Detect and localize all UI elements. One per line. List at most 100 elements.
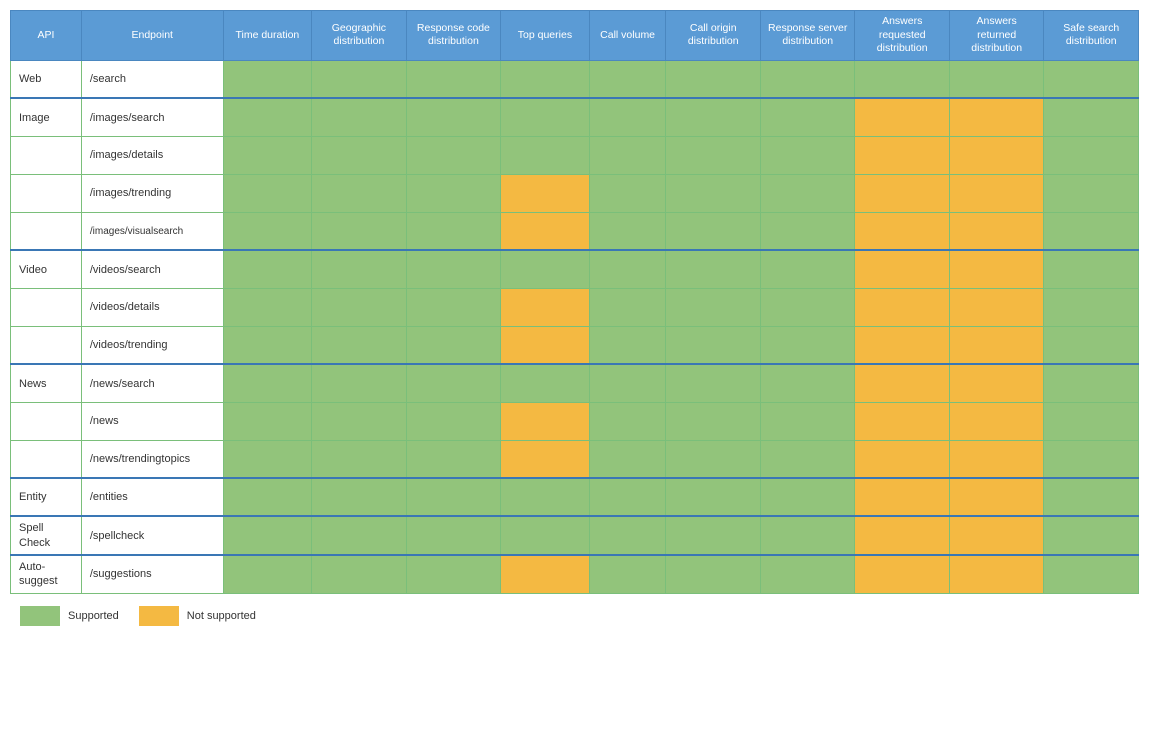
cell-green [312, 212, 406, 250]
cell-green [760, 440, 854, 478]
cell-green [501, 516, 590, 555]
cell-green [312, 364, 406, 402]
cell-orange [855, 555, 949, 593]
cell-api: Auto-suggest [11, 555, 82, 593]
cell-api: Spell Check [11, 516, 82, 555]
cell-green [406, 212, 500, 250]
header-answers-requested-distribution: Answers requested distribution [855, 11, 949, 61]
cell-green [223, 555, 312, 593]
main-container: API Endpoint Time duration Geographic di… [10, 10, 1139, 626]
cell-green [1044, 98, 1139, 136]
cell-green [501, 478, 590, 516]
cell-green [501, 136, 590, 174]
header-time-duration: Time duration [223, 11, 312, 61]
cell-green [760, 402, 854, 440]
api-table: API Endpoint Time duration Geographic di… [10, 10, 1139, 594]
cell-green [760, 136, 854, 174]
cell-orange [949, 402, 1043, 440]
legend-orange-box [139, 606, 179, 626]
cell-orange [949, 212, 1043, 250]
cell-orange [501, 326, 590, 364]
header-top-queries: Top queries [501, 11, 590, 61]
header-safe-search-distribution: Safe search distribution [1044, 11, 1139, 61]
cell-orange [949, 440, 1043, 478]
cell-green [666, 288, 760, 326]
cell-green [406, 136, 500, 174]
cell-green [589, 555, 666, 593]
cell-green [312, 555, 406, 593]
header-response-server-distribution: Response server distribution [760, 11, 854, 61]
cell-green [1044, 174, 1139, 212]
cell-green [666, 555, 760, 593]
cell-api [11, 136, 82, 174]
cell-green [223, 98, 312, 136]
cell-endpoint: /entities [81, 478, 223, 516]
cell-api: Entity [11, 478, 82, 516]
cell-orange [501, 212, 590, 250]
cell-green [589, 174, 666, 212]
cell-endpoint: /search [81, 60, 223, 98]
table-row: /images/visualsearch [11, 212, 1139, 250]
cell-endpoint: /news [81, 402, 223, 440]
cell-green [760, 212, 854, 250]
cell-orange [949, 516, 1043, 555]
cell-green [666, 364, 760, 402]
cell-green [589, 60, 666, 98]
cell-api [11, 326, 82, 364]
cell-green [501, 364, 590, 402]
cell-green [589, 440, 666, 478]
cell-endpoint: /images/search [81, 98, 223, 136]
cell-orange [855, 212, 949, 250]
cell-endpoint: /images/details [81, 136, 223, 174]
table-row: /images/details [11, 136, 1139, 174]
cell-green [666, 516, 760, 555]
cell-orange [855, 440, 949, 478]
header-api: API [11, 11, 82, 61]
cell-green [406, 555, 500, 593]
cell-orange [855, 326, 949, 364]
legend-green-box [20, 606, 60, 626]
cell-green [312, 326, 406, 364]
cell-api [11, 288, 82, 326]
cell-green [1044, 326, 1139, 364]
cell-green [666, 402, 760, 440]
cell-green [760, 555, 854, 593]
table-row: /videos/trending [11, 326, 1139, 364]
cell-green [666, 174, 760, 212]
cell-api: News [11, 364, 82, 402]
cell-green [666, 326, 760, 364]
cell-orange [855, 402, 949, 440]
cell-green [312, 478, 406, 516]
cell-orange [501, 174, 590, 212]
table-row: Auto-suggest/suggestions [11, 555, 1139, 593]
cell-green [223, 212, 312, 250]
cell-green [312, 60, 406, 98]
cell-orange [855, 250, 949, 288]
cell-orange [949, 555, 1043, 593]
cell-green [1044, 478, 1139, 516]
cell-orange [949, 288, 1043, 326]
cell-green [589, 98, 666, 136]
cell-green [223, 174, 312, 212]
table-row: Spell Check/spellcheck [11, 516, 1139, 555]
cell-endpoint: /images/trending [81, 174, 223, 212]
cell-orange [949, 174, 1043, 212]
cell-green [406, 174, 500, 212]
cell-green [1044, 136, 1139, 174]
cell-green [223, 478, 312, 516]
cell-endpoint: /images/visualsearch [81, 212, 223, 250]
cell-endpoint: /spellcheck [81, 516, 223, 555]
cell-green [1044, 288, 1139, 326]
cell-green [760, 250, 854, 288]
cell-green [312, 288, 406, 326]
cell-green [760, 174, 854, 212]
cell-orange [949, 326, 1043, 364]
cell-green [501, 60, 590, 98]
cell-api: Web [11, 60, 82, 98]
cell-green [312, 250, 406, 288]
table-row: Image/images/search [11, 98, 1139, 136]
cell-green [760, 60, 854, 98]
cell-green [223, 402, 312, 440]
cell-api [11, 402, 82, 440]
cell-green [589, 516, 666, 555]
